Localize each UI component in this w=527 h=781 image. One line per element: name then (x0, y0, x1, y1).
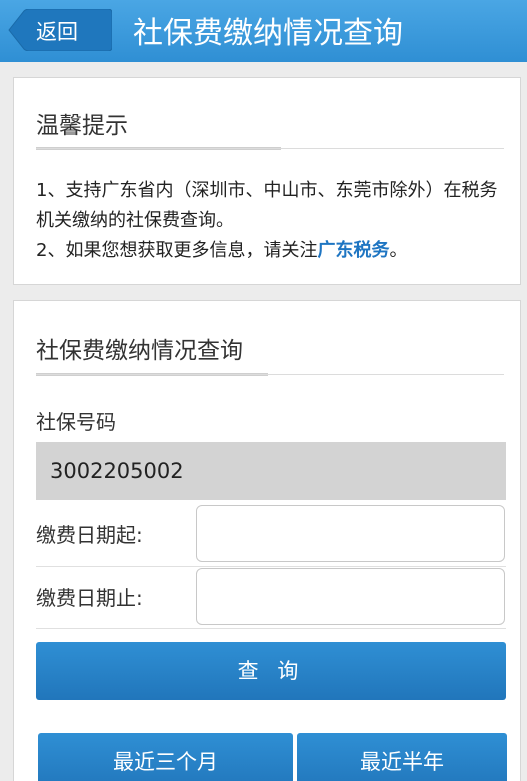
end-date-label: 缴费日期止: (36, 586, 143, 610)
tip-line-2: 2、如果您想获取更多信息，请关注广东税务。 (36, 236, 506, 266)
tips-divider (36, 148, 504, 149)
query-button[interactable]: 查 询 (36, 642, 506, 700)
ss-number-label: 社保号码 (36, 410, 116, 434)
query-card: 社保费缴纳情况查询 社保号码 3002205002 缴费日期起: 缴费日期止: … (13, 300, 521, 781)
guangdong-tax-link[interactable]: 广东税务 (317, 240, 389, 261)
back-button[interactable]: 返回 (8, 9, 112, 51)
last-three-months-button[interactable]: 最近三个月 (38, 733, 293, 781)
query-divider (36, 374, 504, 375)
ss-number-input[interactable]: 3002205002 (36, 442, 506, 500)
tips-content: 1、支持广东省内（深圳市、中山市、东莞市除外）在税务机关缴纳的社保费查询。 2、… (36, 176, 506, 266)
start-date-input[interactable] (196, 505, 505, 562)
back-button-label: 返回 (36, 20, 78, 44)
tip-line-2-prefix: 2、如果您想获取更多信息，请关注 (36, 240, 318, 261)
tips-card: 温馨提示 1、支持广东省内（深圳市、中山市、东莞市除外）在税务机关缴纳的社保费查… (13, 77, 521, 285)
query-title: 社保费缴纳情况查询 (36, 338, 243, 364)
tip-line-1: 1、支持广东省内（深圳市、中山市、东莞市除外）在税务机关缴纳的社保费查询。 (36, 180, 498, 231)
tip-line-2-suffix: 。 (389, 240, 408, 261)
page-title: 社保费缴纳情况查询 (133, 16, 403, 51)
start-date-label: 缴费日期起: (36, 523, 143, 547)
tips-title: 温馨提示 (36, 113, 128, 139)
app-header: 返回 社保费缴纳情况查询 (0, 0, 527, 62)
start-date-row-line (36, 566, 506, 567)
end-date-row-line (36, 628, 506, 629)
end-date-input[interactable] (196, 568, 505, 625)
last-half-year-button[interactable]: 最近半年 (297, 733, 507, 781)
